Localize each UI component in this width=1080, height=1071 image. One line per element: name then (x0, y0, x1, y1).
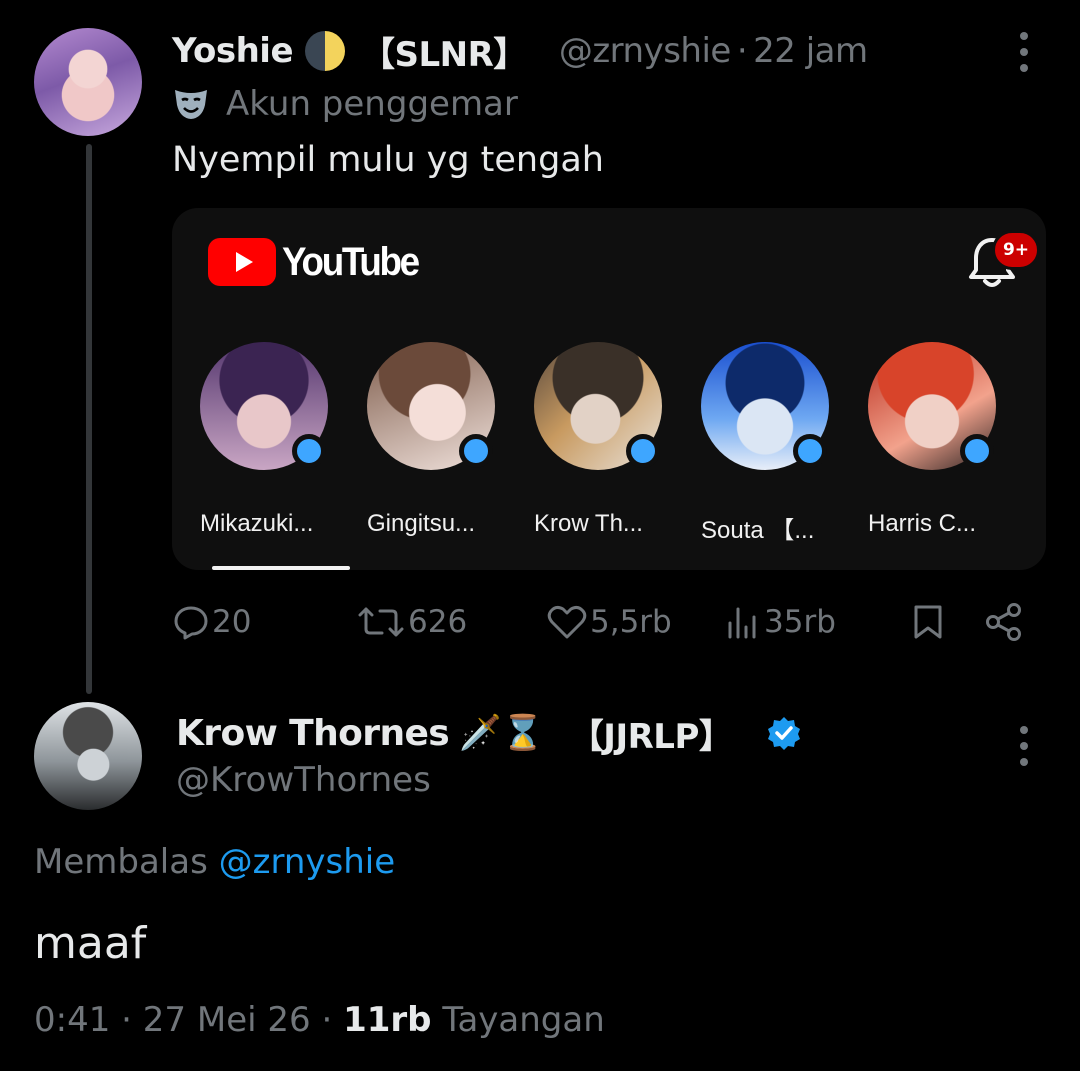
live-indicator-icon (626, 434, 660, 468)
reply-count: 20 (212, 604, 252, 640)
live-indicator-icon (292, 434, 326, 468)
reply-button[interactable]: 20 (172, 598, 251, 646)
verified-badge-icon[interactable] (766, 715, 802, 751)
heart-icon (547, 605, 587, 639)
user-avatar[interactable] (34, 28, 142, 136)
thread-connector-line (86, 144, 92, 694)
notification-badge: 9+ (992, 230, 1040, 270)
replying-to: Membalas @zrnyshie (34, 842, 395, 882)
analytics-icon (728, 607, 756, 639)
tweet-time[interactable]: 22 jam (753, 31, 868, 71)
live-indicator-icon (793, 434, 827, 468)
youtube-brand-text: YouTube (282, 239, 420, 284)
tweet-date[interactable]: 27 Mei 26 (143, 1000, 311, 1040)
tweet-text: Nyempil mulu yg tengah (172, 140, 604, 180)
views-label: Tayangan (442, 1000, 605, 1040)
user-handle[interactable]: @KrowThornes (176, 760, 431, 800)
fan-account-text: Akun penggemar (226, 84, 518, 124)
more-options-icon[interactable] (1019, 32, 1029, 72)
share-button[interactable] (984, 598, 1024, 646)
repost-icon (358, 607, 404, 637)
tweet-actions-bar: 20 626 5,5rb 35rb (172, 598, 1032, 646)
tweet-header: Krow Thornes 🗡️⌛ 【JJRLP】 (176, 708, 802, 758)
view-count: 35rb (764, 604, 836, 640)
channel-name: Krow Th... (534, 510, 643, 537)
fan-account-label: Akun penggemar (172, 82, 518, 126)
channel-item: Mikazuki... (200, 338, 360, 548)
user-handle[interactable]: @zrnyshie (559, 31, 732, 71)
channel-name: Mikazuki... (200, 510, 314, 537)
tweet-text: maaf (34, 918, 147, 969)
like-count: 5,5rb (590, 604, 672, 640)
replying-prefix: Membalas (34, 842, 208, 882)
share-icon (986, 603, 1021, 641)
separator-dot: · (736, 31, 748, 71)
name-tag[interactable]: 【JJRLP】 (570, 709, 733, 758)
name-tag[interactable]: 【SLNR】 (361, 27, 527, 76)
tab-underline (212, 566, 350, 570)
separator-dot: · (121, 1000, 132, 1040)
repost-count: 626 (408, 604, 468, 640)
repost-button[interactable]: 626 (356, 598, 467, 646)
bookmark-button[interactable] (910, 598, 946, 646)
tweet-thread: Yoshie 【SLNR】 @zrnyshie · 22 jam Akun pe… (0, 0, 1080, 1071)
channel-item: Krow Th... (534, 338, 694, 548)
moon-icon (305, 31, 346, 71)
channel-name: Souta 【... (701, 517, 815, 544)
channel-row: Mikazuki... Gingitsu... Krow Th... Souta… (200, 338, 1040, 544)
display-name[interactable]: Yoshie (172, 31, 294, 71)
tweet-header: Yoshie 【SLNR】 @zrnyshie · 22 jam (172, 26, 868, 76)
channel-item: Souta 【... (701, 338, 861, 548)
bookmark-icon (914, 605, 942, 639)
user-avatar[interactable] (34, 702, 142, 810)
youtube-play-icon (208, 238, 276, 286)
channel-name: Gingitsu... (367, 510, 476, 537)
like-button[interactable]: 5,5rb (546, 598, 672, 646)
dagger-hourglass-emoji: 🗡️⌛ (459, 713, 544, 753)
views-button[interactable]: 35rb (724, 598, 836, 646)
more-options-icon[interactable] (1019, 726, 1029, 766)
theater-mask-icon (175, 90, 207, 119)
tweet-time[interactable]: 0:41 (34, 1000, 110, 1040)
display-name[interactable]: Krow Thornes (176, 713, 450, 754)
channel-item: Harris C... (868, 338, 1028, 548)
views-count: 11rb (343, 1000, 432, 1040)
channel-name: Harris C... (868, 510, 976, 537)
channel-item: Gingitsu... (367, 338, 527, 548)
tweet-meta: 0:41 · 27 Mei 26 · 11rb Tayangan (34, 1000, 605, 1040)
reply-icon (174, 606, 208, 640)
attached-image-card[interactable]: YouTube 9+ Mikazuki... Gingitsu... Krow … (172, 208, 1046, 570)
separator-dot: · (321, 1000, 333, 1040)
live-indicator-icon (960, 434, 994, 468)
live-indicator-icon (459, 434, 493, 468)
youtube-logo-icon: YouTube (208, 238, 430, 286)
replying-to-handle[interactable]: @zrnyshie (219, 842, 396, 882)
